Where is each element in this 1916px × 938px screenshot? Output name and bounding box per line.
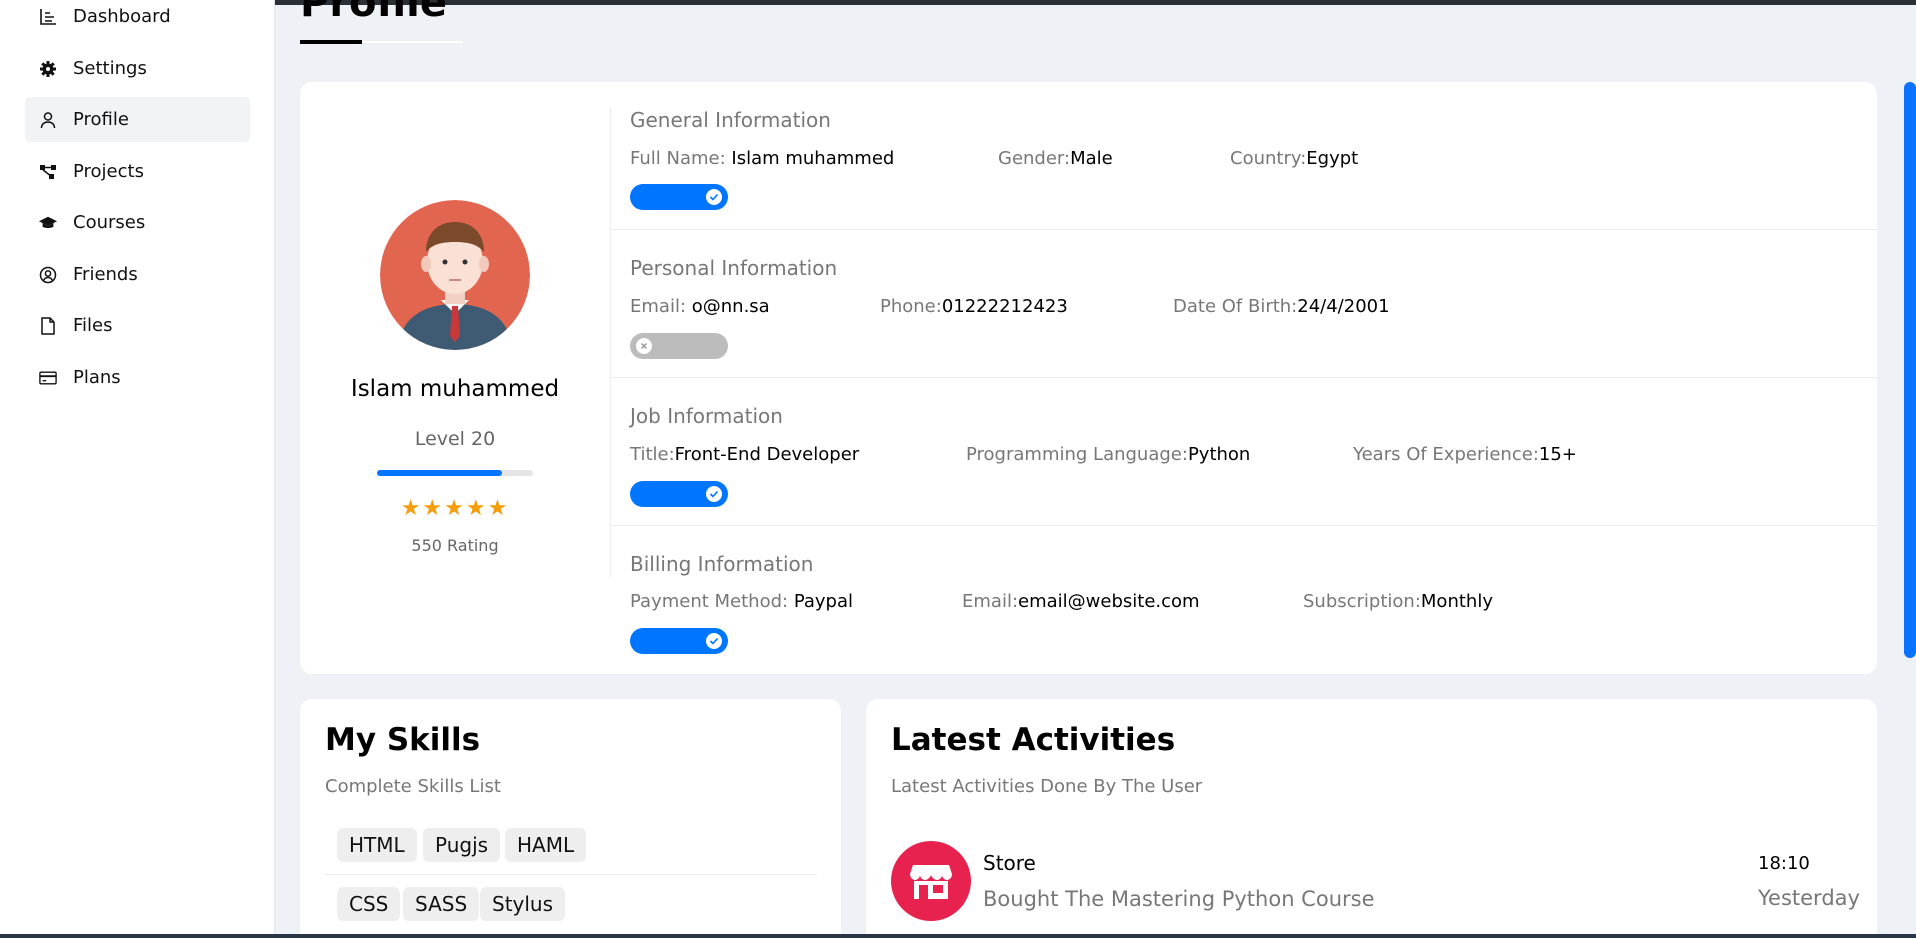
title-underline <box>300 40 362 44</box>
divider <box>610 377 1877 378</box>
avatar <box>380 200 530 350</box>
sidebar-item-dashboard[interactable]: Dashboard <box>25 0 250 39</box>
toggle-general[interactable] <box>630 184 728 210</box>
toggle-personal[interactable] <box>630 333 728 359</box>
field-billing-email: Email:email@website.com <box>962 591 1200 612</box>
sidebar-item-label: Courses <box>73 212 146 233</box>
check-icon <box>706 486 722 502</box>
rating-stars-icon: ★★★★★ <box>400 496 510 521</box>
section-title-general: General Information <box>630 108 831 132</box>
field-date-of-birth: Date Of Birth:24/4/2001 <box>1173 296 1390 317</box>
sidebar-item-label: Friends <box>73 264 138 285</box>
divider <box>610 229 1877 230</box>
skills-subtitle: Complete Skills List <box>325 776 501 797</box>
field-years-of-experience: Years Of Experience:15+ <box>1353 444 1577 465</box>
field-country: Country:Egypt <box>1230 148 1359 169</box>
store-icon <box>891 841 971 921</box>
toggle-billing[interactable] <box>630 628 728 654</box>
sidebar-item-plans[interactable]: Plans <box>25 355 250 400</box>
level-progress-fill <box>377 470 502 476</box>
field-job-title: Title:Front-End Developer <box>630 444 860 465</box>
sidebar-item-projects[interactable]: Projects <box>25 149 250 194</box>
skill-tag: HTML <box>337 828 417 862</box>
toggle-job[interactable] <box>630 481 728 507</box>
sidebar-item-files[interactable]: Files <box>25 303 250 348</box>
field-full-name: Full Name: Islam muhammed <box>630 148 895 169</box>
page-title: Profile <box>300 0 448 26</box>
activity-description: Bought The Mastering Python Course <box>983 887 1375 911</box>
check-icon <box>706 633 722 649</box>
sidebar-item-courses[interactable]: Courses <box>25 200 250 245</box>
x-icon <box>636 338 652 354</box>
activity-day: Yesterday <box>1758 886 1860 910</box>
sidebar-item-profile[interactable]: Profile <box>25 97 250 142</box>
field-email: Email: o@nn.sa <box>630 296 770 317</box>
sidebar-item-label: Settings <box>73 58 147 79</box>
credit-card-icon <box>39 369 57 387</box>
window-bottom-border <box>0 934 1916 938</box>
section-title-personal: Personal Information <box>630 256 838 280</box>
divider <box>610 108 611 578</box>
rating-count: 550 Rating <box>411 536 499 555</box>
activities-title: Latest Activities <box>891 722 1176 758</box>
section-title-billing: Billing Information <box>630 552 814 576</box>
gear-icon <box>39 60 57 78</box>
scrollbar-thumb[interactable] <box>1904 82 1916 658</box>
sidebar-item-friends[interactable]: Friends <box>25 252 250 297</box>
activities-subtitle: Latest Activities Done By The User <box>891 776 1203 797</box>
skill-tag: HAML <box>505 828 587 862</box>
sidebar: Dashboard Settings Profile Projects Cour… <box>0 0 275 934</box>
skill-tag: SASS <box>403 887 480 921</box>
user-circle-icon <box>39 266 57 284</box>
chart-icon <box>39 8 57 26</box>
check-icon <box>706 189 722 205</box>
profile-name: Islam muhammed <box>350 376 560 402</box>
skills-title: My Skills <box>325 722 481 758</box>
skill-tag: CSS <box>337 887 401 921</box>
user-icon <box>39 111 57 129</box>
field-subscription: Subscription:Monthly <box>1303 591 1493 612</box>
field-programming-language: Programming Language:Python <box>966 444 1251 465</box>
sidebar-item-label: Projects <box>73 161 144 182</box>
graduation-cap-icon <box>39 214 57 232</box>
level-progress-bar <box>377 470 533 476</box>
diagram-icon <box>39 163 57 181</box>
section-title-job: Job Information <box>630 404 783 428</box>
file-icon <box>39 316 57 335</box>
sidebar-item-label: Dashboard <box>73 6 171 27</box>
profile-level: Level 20 <box>414 428 496 450</box>
sidebar-item-settings[interactable]: Settings <box>25 46 250 91</box>
sidebar-item-label: Files <box>73 315 113 336</box>
skill-tag: Stylus <box>480 887 566 921</box>
field-payment-method: Payment Method: Paypal <box>630 591 854 612</box>
activity-time: 18:10 <box>1758 853 1810 874</box>
divider <box>610 525 1877 526</box>
title-underline-track <box>362 41 462 43</box>
skill-tag: Pugjs <box>423 828 501 862</box>
window-top-border <box>0 0 1916 5</box>
field-gender: Gender:Male <box>998 148 1113 169</box>
sidebar-item-label: Plans <box>73 367 121 388</box>
activity-title: Store <box>983 851 1036 875</box>
field-phone: Phone:01222212423 <box>880 296 1068 317</box>
sidebar-item-label: Profile <box>73 109 129 130</box>
divider <box>325 874 817 875</box>
